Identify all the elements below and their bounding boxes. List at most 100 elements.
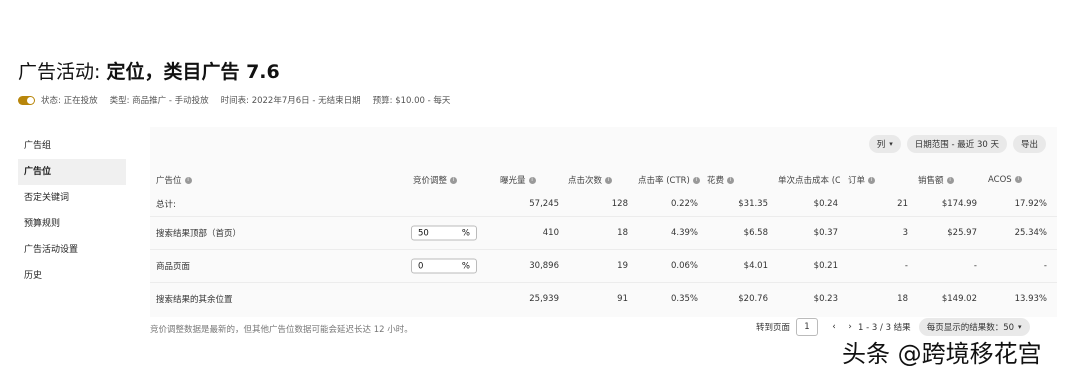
col-impressions[interactable]: 曝光量 i xyxy=(500,174,536,186)
table-toolbar: 列 ▾ 日期范围 - 最近 30 天 导出 xyxy=(868,135,1046,153)
chevron-down-icon: ▾ xyxy=(889,140,893,148)
page-title: 广告活动: 定位，类目广告 7.6 xyxy=(18,57,280,84)
sales-value: $25.97 xyxy=(947,228,977,238)
ctr-value: 4.39% xyxy=(670,228,698,238)
impressions-value: 30,896 xyxy=(529,261,559,271)
totals-row: 总计: 57,245 128 0.22% $31.35 $0.24 21 $17… xyxy=(150,192,1057,216)
ctr-value: 0.06% xyxy=(670,261,698,271)
total-clicks: 128 xyxy=(611,199,628,209)
col-bid-adjust[interactable]: 竞价调整 i xyxy=(413,174,458,186)
sidebar-item-placements[interactable]: 广告位 xyxy=(18,159,126,185)
col-impressions-label: 曝光量 xyxy=(500,175,526,186)
col-orders[interactable]: 订单 i xyxy=(848,174,876,186)
sales-value: - xyxy=(973,261,977,271)
prev-page-icon[interactable]: ‹ xyxy=(826,318,842,336)
table-header: 广告位 i 竞价调整 i 曝光量 i 点击次数 i 点击率 (CTR) i 花费 i 单次点… xyxy=(150,167,1057,192)
campaign-budget: 预算: $10.00 - 每天 xyxy=(372,96,451,106)
percent-unit: % xyxy=(461,261,470,271)
spend-value: $20.76 xyxy=(738,294,768,304)
total-sales: $174.99 xyxy=(941,199,977,209)
col-cpc-label: 单次点击成本 (CPC) xyxy=(778,175,840,186)
date-range-label: 日期范围 - 最近 30 天 xyxy=(914,140,999,150)
clicks-value: 91 xyxy=(617,294,628,304)
orders-value: 18 xyxy=(897,294,908,304)
columns-button[interactable]: 列 ▾ xyxy=(868,135,901,153)
total-impressions: 57,245 xyxy=(529,199,559,209)
info-icon: i xyxy=(184,176,192,184)
spend-value: $4.01 xyxy=(743,261,768,271)
watermark: 头条 @跨境移花宫 xyxy=(842,340,1042,368)
info-icon: i xyxy=(692,176,700,184)
cpc-value: $0.23 xyxy=(813,294,838,304)
table-row: 搜索结果顶部（首页） 50% 410 18 4.39% $6.58 $0.37 … xyxy=(150,216,1057,249)
col-placement[interactable]: 广告位 i xyxy=(156,174,192,186)
impressions-value: 25,939 xyxy=(529,294,559,304)
total-label: 总计: xyxy=(156,200,176,210)
col-sales-label: 销售额 xyxy=(918,175,944,186)
col-sales[interactable]: 销售额 i xyxy=(918,174,954,186)
sidebar-item-history[interactable]: 历史 xyxy=(18,263,126,289)
results-range: 1 - 3 / 3 结果 xyxy=(858,323,911,333)
col-orders-label: 订单 xyxy=(848,175,866,186)
sidebar-item-budget-rules[interactable]: 预算规则 xyxy=(18,211,126,237)
date-range-button[interactable]: 日期范围 - 最近 30 天 xyxy=(906,135,1007,153)
col-clicks[interactable]: 点击次数 i xyxy=(568,174,613,186)
total-ctr: 0.22% xyxy=(670,199,698,209)
clicks-value: 19 xyxy=(617,261,628,271)
page-title-prefix: 广告活动: xyxy=(18,61,107,83)
table-row: 搜索结果的其余位置 25,939 91 0.35% $20.76 $0.23 1… xyxy=(150,282,1057,315)
export-button[interactable]: 导出 xyxy=(1012,135,1046,153)
campaign-meta: 状态: 正在投放 类型: 商品推广 - 手动投放 时间表: 2022年7月6日 … xyxy=(18,94,462,106)
placement-name: 搜索结果的其余位置 xyxy=(156,295,233,305)
orders-value: 3 xyxy=(902,228,908,238)
chevron-down-icon: ▾ xyxy=(1018,323,1022,331)
bid-adjust-value: 50 xyxy=(418,228,429,238)
status-toggle[interactable] xyxy=(18,95,35,105)
col-clicks-label: 点击次数 xyxy=(568,175,603,186)
info-icon: i xyxy=(605,176,613,184)
page-number-input[interactable]: 1 xyxy=(796,318,819,336)
export-label: 导出 xyxy=(1020,140,1038,150)
table-row: 商品页面 0% 30,896 19 0.06% $4.01 $0.21 - - … xyxy=(150,249,1057,282)
placements-table: 广告位 i 竞价调整 i 曝光量 i 点击次数 i 点击率 (CTR) i 花费 i 单次点… xyxy=(150,167,1057,315)
total-acos: 17.92% xyxy=(1014,199,1047,209)
sidebar-item-campaign-settings[interactable]: 广告活动设置 xyxy=(18,237,126,263)
info-icon: i xyxy=(868,176,876,184)
percent-unit: % xyxy=(461,228,470,238)
campaign-status: 状态: 正在投放 xyxy=(41,96,98,106)
info-icon: i xyxy=(727,176,735,184)
campaign-schedule: 时间表: 2022年7月6日 - 无结束日期 xyxy=(220,96,361,106)
placements-panel: 列 ▾ 日期范围 - 最近 30 天 导出 广告位 i 竞价调整 i 曝光量 i 点击次… xyxy=(150,127,1057,317)
orders-value: - xyxy=(904,261,908,271)
campaign-name: 定位，类目广告 7.6 xyxy=(106,61,280,83)
total-orders: 21 xyxy=(897,199,908,209)
columns-label: 列 xyxy=(876,140,886,150)
col-ctr[interactable]: 点击率 (CTR) i xyxy=(638,174,700,186)
acos-value: 25.34% xyxy=(1014,228,1047,238)
cpc-value: $0.37 xyxy=(813,228,838,238)
col-acos-label: ACOS xyxy=(988,174,1012,185)
placement-name: 搜索结果顶部（首页） xyxy=(156,229,242,239)
sidebar-nav: 广告组 广告位 否定关键词 预算规则 广告活动设置 历史 xyxy=(18,133,126,289)
bid-adjust-value: 0 xyxy=(418,261,424,271)
col-cpc[interactable]: 单次点击成本 (CPC) xyxy=(778,174,840,186)
page-number-value: 1 xyxy=(804,322,810,332)
sidebar-item-ad-groups[interactable]: 广告组 xyxy=(18,133,126,159)
sidebar-item-negative-keywords[interactable]: 否定关键词 xyxy=(18,185,126,211)
impressions-value: 410 xyxy=(542,228,559,238)
col-bid-adjust-label: 竞价调整 xyxy=(413,175,448,186)
acos-value: 13.93% xyxy=(1014,294,1047,304)
bid-adjust-input[interactable]: 0% xyxy=(411,258,477,274)
go-to-page-label: 转到页面 xyxy=(756,323,791,333)
acos-value: - xyxy=(1043,261,1047,271)
data-delay-note: 竞价调整数据是最新的，但其他广告位数据可能会延迟长达 12 小时。 xyxy=(150,325,413,335)
spend-value: $6.58 xyxy=(743,228,768,238)
placement-name: 商品页面 xyxy=(156,262,191,272)
bid-adjust-input[interactable]: 50% xyxy=(411,225,477,241)
col-ctr-label: 点击率 (CTR) xyxy=(638,175,690,186)
col-acos[interactable]: ACOS i xyxy=(988,175,1022,185)
info-icon: i xyxy=(528,176,536,184)
col-spend[interactable]: 花费 i xyxy=(707,174,735,186)
campaign-type: 类型: 商品推广 - 手动投放 xyxy=(109,96,209,106)
clicks-value: 18 xyxy=(617,228,628,238)
